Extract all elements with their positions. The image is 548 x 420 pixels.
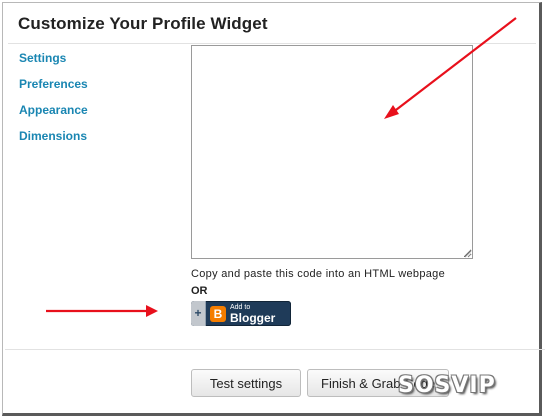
copy-instructions: Copy and paste this code into an HTML we…	[191, 268, 446, 280]
footer-divider	[5, 349, 545, 350]
code-textarea[interactable]	[191, 45, 473, 259]
blogger-button-text: Add to Blogger	[230, 304, 275, 324]
watermark: SOSVIP	[398, 373, 496, 398]
or-label: OR	[191, 285, 208, 297]
nav-preferences-link[interactable]: Preferences	[19, 78, 88, 104]
test-settings-button[interactable]: Test settings	[191, 369, 301, 397]
blogger-big-text: Blogger	[230, 310, 276, 325]
blogger-small-text: Add to	[230, 303, 251, 311]
nav-settings-link[interactable]: Settings	[19, 52, 88, 78]
dialog-title: Customize Your Profile Widget	[18, 14, 268, 33]
nav-dimensions-link[interactable]: Dimensions	[19, 130, 88, 156]
nav-appearance-link[interactable]: Appearance	[19, 104, 88, 130]
plus-icon: +	[191, 301, 206, 326]
settings-nav: Settings Preferences Appearance Dimensio…	[19, 52, 88, 156]
add-to-blogger-button[interactable]: + B Add to Blogger	[191, 301, 291, 326]
blogger-logo-icon: B	[210, 305, 226, 322]
title-divider	[8, 43, 536, 44]
